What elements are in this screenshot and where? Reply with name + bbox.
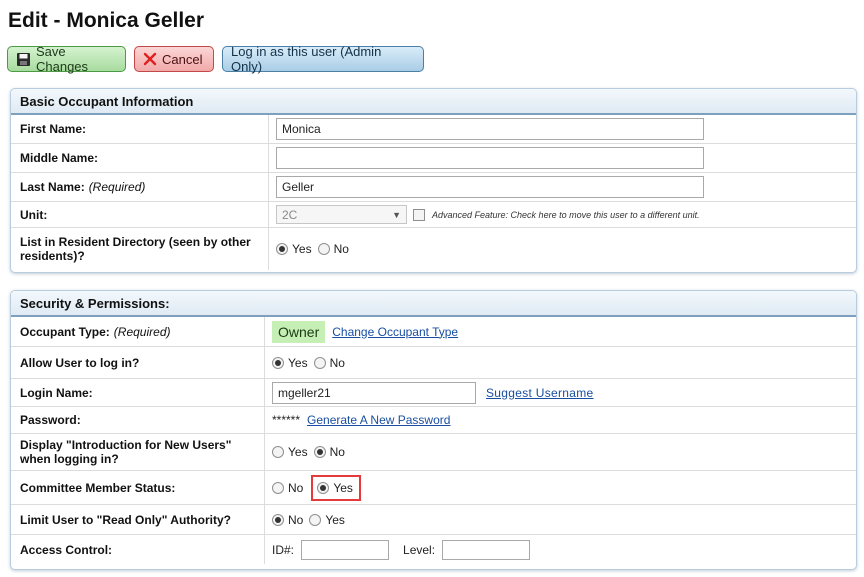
level-input[interactable] (442, 539, 531, 560)
id-label: ID#: (272, 542, 295, 557)
committee-yes-radio[interactable] (317, 481, 330, 494)
directory-no-label: No (333, 242, 349, 256)
middle-name-row: Middle Name: (11, 144, 856, 173)
advanced-feature-note: Advanced Feature: Check here to move thi… (432, 209, 700, 220)
suggest-username-link[interactable]: Suggest Username (486, 386, 594, 400)
intro-label: Display "Introduction for New Users" whe… (11, 434, 265, 470)
first-name-row: First Name: (11, 115, 856, 144)
committee-label: Committee Member Status: (11, 471, 265, 504)
last-name-row: Last Name: (Required) (11, 173, 856, 202)
password-row: Password: ****** Generate A New Password (11, 407, 856, 434)
committee-row: Committee Member Status: No Yes (11, 471, 856, 505)
unit-label: Unit: (11, 202, 269, 227)
read-only-yes-radio[interactable] (309, 513, 322, 526)
access-control-label: Access Control: (11, 535, 265, 564)
committee-no-label: No (288, 480, 304, 495)
directory-row: List in Resident Directory (seen by othe… (11, 228, 856, 270)
occupant-type-row: Occupant Type: (Required) Owner Change O… (11, 317, 856, 347)
save-icon (16, 52, 31, 67)
middle-name-label: Middle Name: (11, 144, 269, 172)
generate-password-link[interactable]: Generate A New Password (307, 413, 450, 427)
committee-yes-highlight: Yes (311, 474, 361, 501)
intro-row: Display "Introduction for New Users" whe… (11, 434, 856, 471)
change-occupant-type-link[interactable]: Change Occupant Type (332, 325, 458, 339)
occupant-type-badge: Owner (272, 320, 326, 343)
level-label: Level: (403, 542, 436, 557)
allow-login-no-radio[interactable] (313, 356, 326, 369)
basic-info-panel: Basic Occupant Information First Name: M… (10, 88, 857, 273)
unit-select[interactable]: 2C ▼ (276, 205, 407, 224)
cancel-label: Cancel (162, 51, 203, 67)
save-changes-label: Save Changes (36, 44, 89, 74)
last-name-label-text: Last Name: (20, 180, 85, 194)
cancel-button[interactable]: Cancel (134, 46, 214, 72)
login-name-row: Login Name: Suggest Username (11, 379, 856, 407)
directory-no-radio[interactable] (317, 243, 330, 255)
intro-yes-label: Yes (288, 445, 308, 459)
security-heading: Security & Permissions: (11, 291, 856, 317)
first-name-label: First Name: (11, 115, 269, 143)
read-only-label: Limit User to "Read Only" Authority? (11, 505, 265, 534)
login-name-input[interactable] (272, 381, 476, 404)
allow-login-yes-radio[interactable] (272, 356, 284, 369)
save-changes-button[interactable]: Save Changes (7, 44, 126, 74)
password-label: Password: (11, 407, 265, 433)
last-name-label: Last Name: (Required) (11, 173, 269, 201)
page-title: Edit - Monica Geller (8, 9, 205, 32)
directory-yes-label: Yes (292, 242, 312, 256)
move-unit-checkbox[interactable] (413, 208, 425, 221)
last-name-input[interactable] (276, 176, 704, 198)
committee-no-radio[interactable] (272, 481, 284, 494)
password-masked: ****** (272, 413, 301, 427)
close-icon (143, 52, 157, 66)
intro-no-radio[interactable] (313, 446, 326, 458)
id-input[interactable] (301, 539, 390, 560)
allow-login-row: Allow User to log in? Yes No (11, 347, 856, 379)
login-as-user-button[interactable]: Log in as this user (Admin Only) (222, 44, 424, 74)
read-only-no-label: No (288, 512, 304, 527)
unit-select-value: 2C (282, 207, 298, 222)
allow-login-label: Allow User to log in? (11, 347, 265, 378)
committee-yes-label: Yes (333, 480, 353, 495)
security-panel: Security & Permissions: Occupant Type: (… (10, 290, 857, 570)
occupant-type-label: Occupant Type: (Required) (11, 317, 265, 346)
basic-info-heading: Basic Occupant Information (11, 89, 856, 115)
required-note: (Required) (88, 180, 146, 194)
access-control-row: Access Control: ID#: Level: (11, 535, 856, 564)
read-only-row: Limit User to "Read Only" Authority? No … (11, 505, 856, 535)
allow-login-yes-label: Yes (288, 355, 308, 370)
required-note: (Required) (113, 324, 171, 339)
chevron-down-icon: ▼ (392, 209, 401, 220)
read-only-no-radio[interactable] (272, 513, 284, 526)
directory-label: List in Resident Directory (seen by othe… (11, 228, 269, 270)
intro-no-label: No (329, 445, 345, 459)
read-only-yes-label: Yes (325, 512, 345, 527)
intro-yes-radio[interactable] (272, 446, 284, 458)
unit-row: Unit: 2C ▼ Advanced Feature: Check here … (11, 202, 856, 228)
occupant-type-label-text: Occupant Type: (20, 324, 110, 339)
first-name-input[interactable] (276, 118, 704, 140)
login-name-label: Login Name: (11, 379, 265, 406)
middle-name-input[interactable] (276, 147, 704, 169)
directory-yes-radio[interactable] (276, 243, 288, 255)
allow-login-no-label: No (329, 355, 345, 370)
login-as-user-label: Log in as this user (Admin Only) (231, 44, 382, 74)
